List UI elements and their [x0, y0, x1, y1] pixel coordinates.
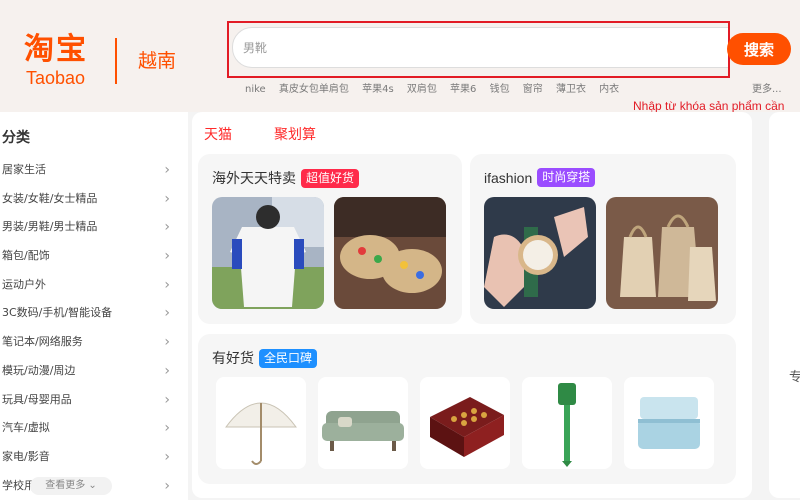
chevron-right-icon: › — [164, 190, 170, 207]
hot-word[interactable]: nike — [245, 84, 266, 95]
chevron-right-icon: › — [164, 362, 170, 379]
category-item[interactable]: 家电/影音 › — [0, 443, 188, 472]
chevron-right-icon: › — [164, 248, 170, 265]
card-title: 有好货 — [212, 351, 254, 367]
category-item[interactable]: 运动户外 › — [0, 271, 188, 300]
sidebar-title: 分类 — [2, 130, 30, 146]
category-item[interactable]: 居家生活 › — [0, 156, 188, 185]
product-gift-box[interactable] — [420, 377, 510, 469]
hot-word[interactable]: 真皮女包单肩包 — [279, 84, 349, 95]
category-list: 居家生活 › 女装/女鞋/女士精品 › 男装/男鞋/男士精品 › 箱包/配饰 › 运动户… — [0, 156, 188, 500]
hot-word[interactable]: 钱包 — [490, 84, 510, 95]
category-label: 女装/女鞋/女士精品 — [2, 191, 98, 205]
card-badge: 超值好货 — [301, 168, 360, 188]
category-item[interactable]: 模玩/动漫/周边 › — [0, 357, 188, 386]
product-green-tool[interactable] — [522, 377, 612, 469]
chevron-right-icon: › — [164, 219, 170, 236]
chevron-right-icon: › — [164, 162, 170, 178]
right-panel: 专 — [769, 112, 800, 498]
product-cream-jar[interactable] — [624, 377, 714, 469]
card-badge: 全民口碑 — [259, 348, 318, 368]
card-title: ifashion — [484, 169, 533, 186]
category-label: 居家生活 — [2, 163, 46, 176]
hot-word[interactable]: 苹果4s — [362, 84, 394, 95]
chevron-right-icon: › — [164, 477, 170, 494]
category-label: 运动户外 — [2, 277, 46, 291]
chevron-right-icon: › — [164, 305, 170, 322]
card-header: ifashion 时尚穿搭 — [484, 168, 596, 187]
category-label: 笔记本/网络服务 — [2, 335, 83, 349]
hot-word[interactable]: 苹果6 — [450, 84, 476, 95]
card-header: 有好货 全民口碑 — [212, 348, 318, 368]
card-badge: 时尚穿搭 — [537, 168, 596, 187]
category-item[interactable]: 女装/女鞋/女士精品 › — [0, 185, 188, 214]
product-image-watch[interactable] — [484, 197, 596, 309]
category-label: 家电/影音 — [2, 449, 50, 463]
chevron-right-icon: › — [164, 448, 170, 465]
category-label: 模玩/动漫/周边 — [2, 363, 76, 377]
overseas-deals-card[interactable]: 海外天天特卖 超值好货 — [198, 154, 462, 324]
taobao-logo[interactable]: 淘宝 — [24, 34, 88, 66]
tab-juhuasuan[interactable]: 聚划算 — [274, 124, 316, 144]
category-label: 男装/男鞋/男士精品 — [2, 220, 98, 234]
category-label: 3C数码/手机/智能设备 — [2, 306, 113, 320]
see-more-label: 查看更多 — [45, 480, 86, 491]
main-panel: 天猫 聚划算 海外天天特卖 超值好货 ifashion 时尚穿搭 有好货 全民口… — [192, 112, 752, 498]
chevron-right-icon: › — [164, 391, 170, 408]
tab-tmall[interactable]: 天猫 — [204, 124, 232, 144]
hot-word[interactable]: 双肩包 — [407, 84, 437, 95]
taobao-logo-latin[interactable]: Taobao — [26, 68, 85, 88]
category-label: 玩具/母婴用品 — [2, 392, 72, 406]
category-sidebar: 分类 居家生活 › 女装/女鞋/女士精品 › 男装/男鞋/男士精品 › 箱包/配饰 › … — [0, 112, 188, 500]
chevron-down-icon: ⌄ — [88, 480, 97, 491]
category-item[interactable]: 箱包/配饰 › — [0, 242, 188, 271]
search-highlight-frame — [227, 21, 730, 78]
annotation-text: Nhập từ khóa sản phẩm cần — [633, 99, 785, 113]
category-item[interactable]: 汽车/虚拟 › — [0, 414, 188, 443]
ifashion-card[interactable]: ifashion 时尚穿搭 — [470, 154, 736, 324]
header: 淘宝 Taobao 越南 搜索 nike 真皮女包单肩包 苹果4s 双肩包 苹果… — [0, 0, 800, 113]
card-title: 海外天天特卖 — [212, 171, 296, 187]
category-item[interactable]: 笔记本/网络服务 › — [0, 328, 188, 357]
product-umbrella[interactable] — [216, 377, 306, 469]
more-hot-words-link[interactable]: 更多... — [752, 80, 782, 95]
search-button[interactable]: 搜索 — [727, 33, 791, 65]
hot-words: nike 真皮女包单肩包 苹果4s 双肩包 苹果6 钱包 窗帘 薄卫衣 内衣 — [245, 80, 629, 95]
hot-word[interactable]: 内衣 — [599, 84, 619, 95]
region-label: 越南 — [138, 50, 177, 72]
category-item[interactable]: 男装/男鞋/男士精品 › — [0, 213, 188, 242]
product-image-clogs[interactable] — [334, 197, 446, 309]
see-more-button[interactable]: 查看更多 ⌄ — [30, 477, 112, 495]
product-image-tote-bags[interactable] — [606, 197, 718, 309]
category-label: 汽车/虚拟 — [2, 421, 50, 435]
chevron-right-icon: › — [164, 276, 170, 293]
product-sofa[interactable] — [318, 377, 408, 469]
category-item[interactable]: 3C数码/手机/智能设备 › — [0, 299, 188, 328]
chevron-right-icon: › — [164, 420, 170, 437]
category-item[interactable]: 玩具/母婴用品 › — [0, 386, 188, 415]
logo-divider — [115, 38, 117, 84]
right-panel-text: 专 — [789, 370, 800, 385]
chevron-right-icon: › — [164, 334, 170, 351]
category-label: 箱包/配饰 — [2, 249, 50, 263]
hot-word[interactable]: 窗帘 — [523, 84, 543, 95]
hot-word[interactable]: 薄卫衣 — [556, 84, 586, 95]
product-image-tshirt[interactable] — [212, 197, 324, 309]
card-header: 海外天天特卖 超值好货 — [212, 168, 360, 188]
